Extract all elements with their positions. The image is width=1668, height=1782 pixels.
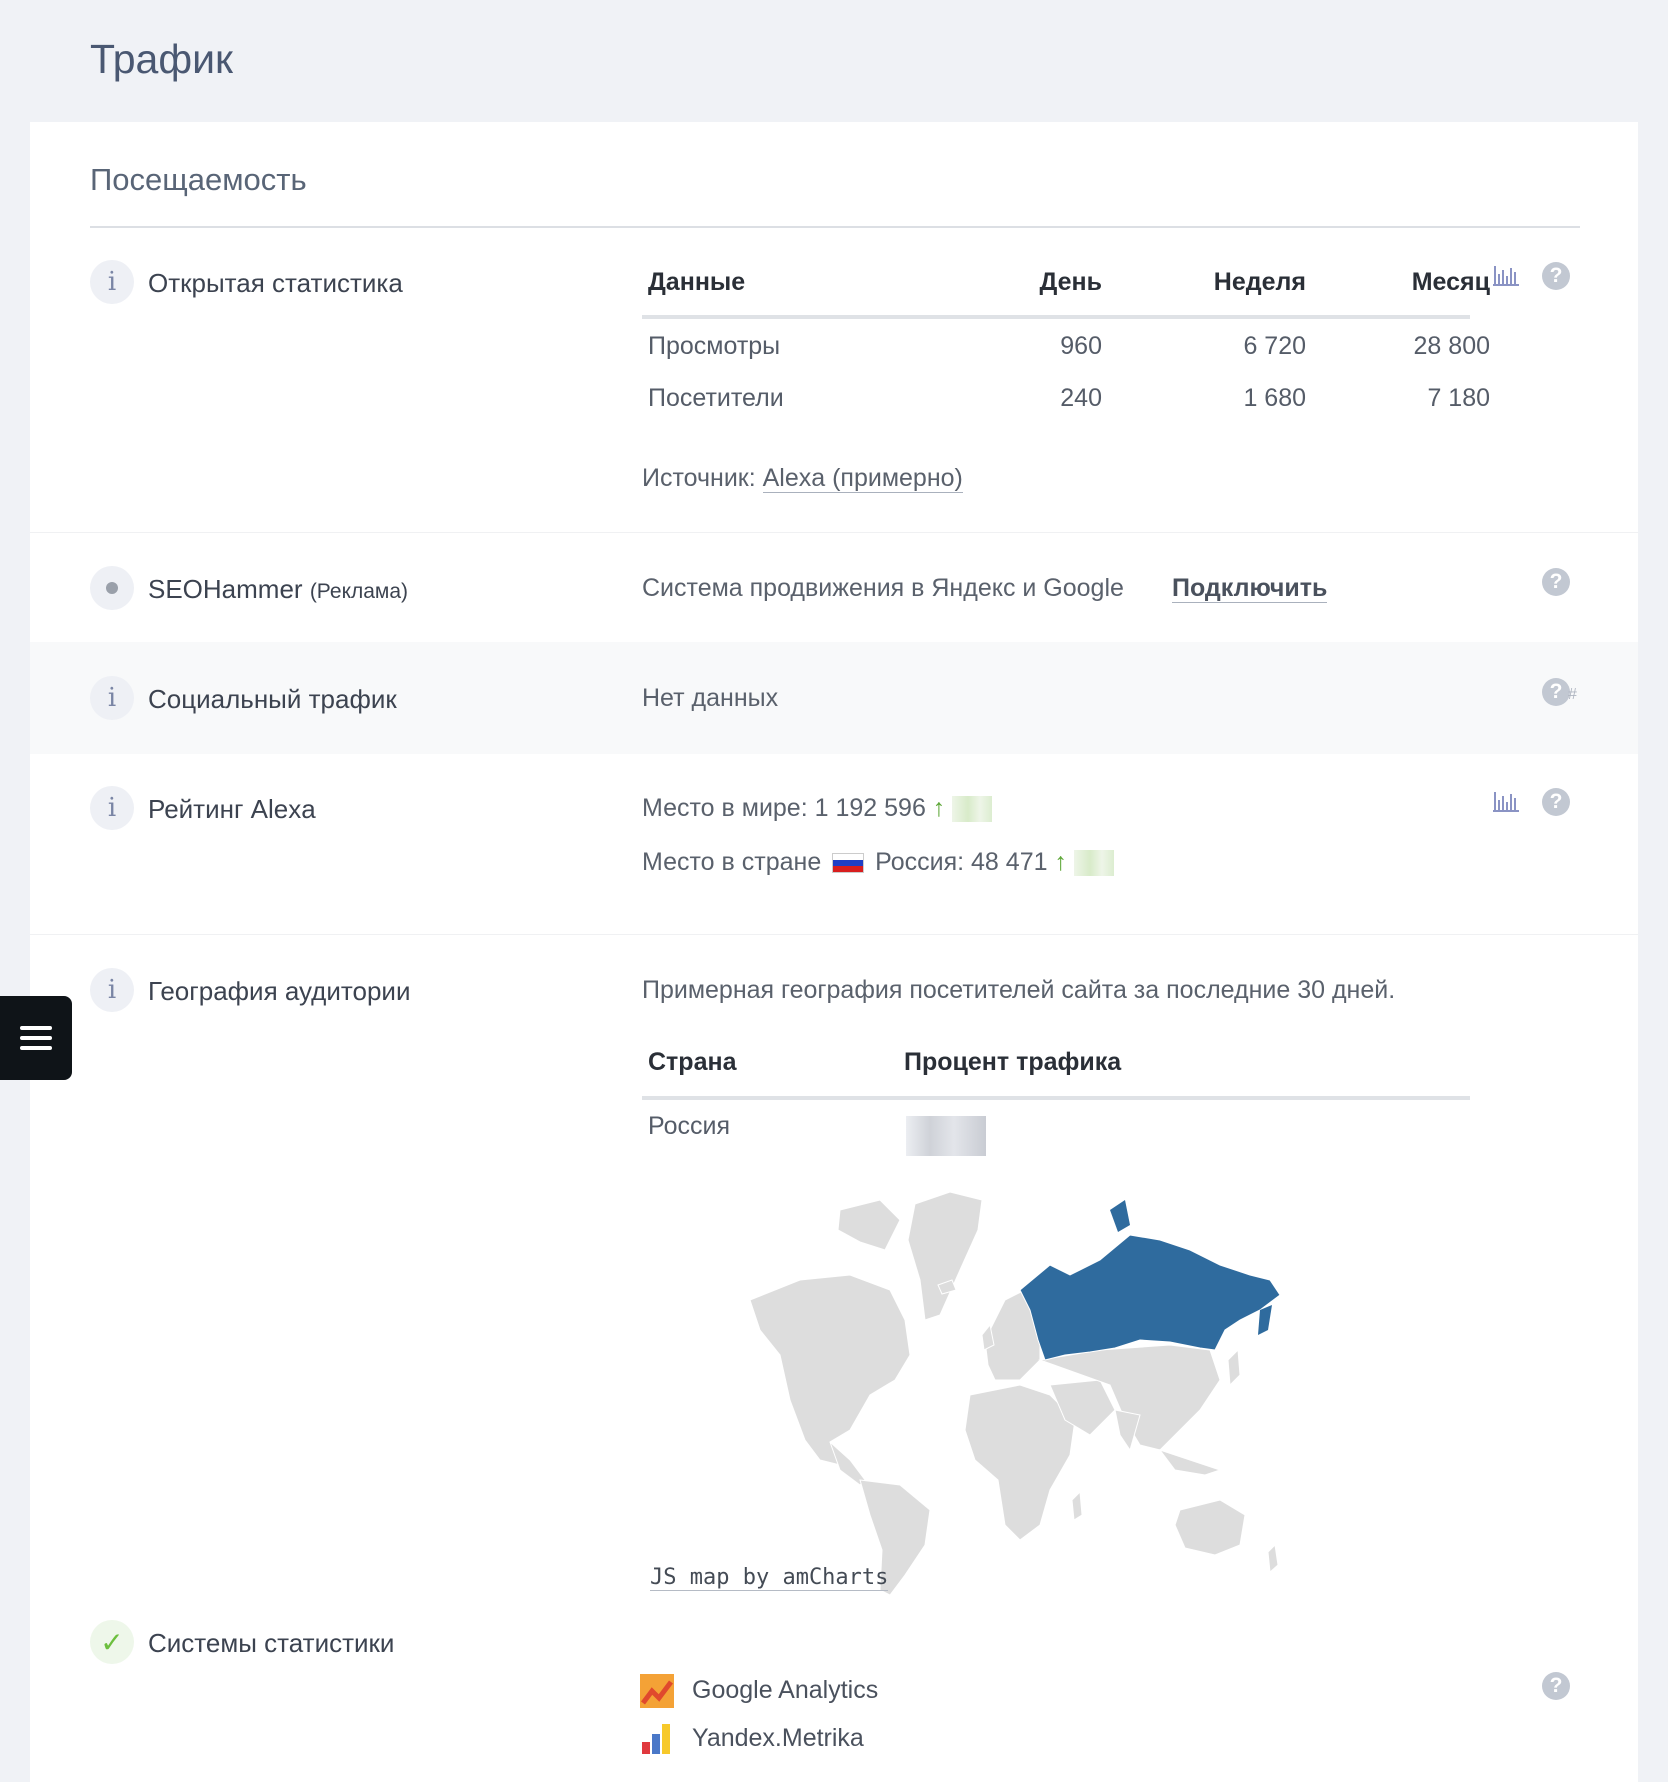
seohammer-connect-link[interactable]: Подключить [1172, 574, 1328, 603]
systems-label: Системы статистики [148, 1628, 395, 1658]
seohammer-text: Система продвижения в Яндекс и Google [642, 574, 1124, 602]
bar-chart-icon[interactable] [1493, 262, 1519, 286]
question-icon[interactable]: ? [1542, 568, 1570, 596]
yandex-metrika-label: Yandex.Metrika [692, 1724, 864, 1752]
col-header-month: Месяц [1411, 268, 1490, 296]
rank-change-blurred [952, 796, 993, 823]
world-map-svg [749, 1191, 1281, 1596]
visitors-month: 7 180 [1427, 384, 1490, 412]
alexa-label: Рейтинг Alexa [148, 794, 316, 824]
country-prefix: Место в стране [642, 848, 822, 876]
map-madagascar [1071, 1490, 1083, 1521]
source-prefix: Источник: [642, 464, 756, 492]
world-map[interactable] [720, 1180, 1380, 1600]
visitors-week: 1 680 [1243, 384, 1306, 412]
table-header-rule [642, 315, 1470, 319]
info-icon[interactable]: i [90, 676, 134, 720]
rank-change-blurred [1073, 850, 1114, 877]
question-icon[interactable]: ? [1542, 788, 1570, 816]
country-name: Россия: [875, 848, 965, 876]
alexa-world-rank: Место в мире: 1 192 596 ↑ [642, 794, 993, 823]
map-north-america [749, 1274, 911, 1466]
views-day: 960 [1060, 332, 1102, 360]
map-credit-link[interactable]: JS map by amCharts [650, 1565, 889, 1591]
map-novaya-zemlya [1110, 1200, 1130, 1232]
bar-chart-icon[interactable] [1493, 788, 1519, 812]
social-label: Социальный трафик [148, 684, 397, 714]
source-link[interactable]: Alexa (примерно) [762, 464, 963, 493]
seohammer-label: SEOHammer (Реклама) [148, 574, 408, 605]
google-analytics-icon [640, 1674, 674, 1708]
hamburger-icon[interactable] [0, 996, 72, 1080]
page-title: Трафик [90, 36, 233, 82]
row-label-visitors: Посетители [648, 384, 784, 412]
row-divider [30, 532, 1638, 533]
section-title: Посещаемость [90, 162, 307, 197]
world-prefix: Место в мире: [642, 794, 808, 822]
question-icon[interactable]: ? [1542, 678, 1570, 706]
section-divider [90, 226, 1580, 228]
geo-description: Примерная география посетителей сайта за… [642, 976, 1396, 1004]
map-japan [1227, 1348, 1241, 1387]
col-header-country: Страна [648, 1048, 737, 1076]
dot-icon [90, 566, 134, 610]
info-icon[interactable]: i [90, 260, 134, 304]
geo-country: Россия [648, 1112, 730, 1140]
visitors-day: 240 [1060, 384, 1102, 412]
map-russia [1019, 1234, 1281, 1361]
percent-blurred [906, 1116, 986, 1156]
row-label-views: Просмотры [648, 332, 781, 360]
map-australia [1174, 1499, 1246, 1556]
map-africa [964, 1384, 1076, 1541]
seohammer-name: SEOHammer [148, 574, 303, 604]
map-new-zealand [1267, 1543, 1279, 1574]
connect-label[interactable]: Подключить [1172, 574, 1328, 603]
world-value: 1 192 596 [814, 794, 926, 822]
question-icon[interactable]: ? [1542, 262, 1570, 290]
map-greenland [907, 1191, 983, 1321]
open-stats-label: Открытая статистика [148, 268, 403, 298]
up-arrow-icon: ↑ [932, 794, 946, 822]
table-header-rule [642, 1096, 1470, 1100]
check-icon: ✓ [90, 1620, 134, 1664]
source-line: Источник: Alexa (примерно) [642, 464, 963, 493]
yandex-metrika-icon [642, 1724, 670, 1754]
hash-icon: # [1568, 686, 1577, 703]
views-month: 28 800 [1413, 332, 1490, 360]
alexa-country-rank: Место в стране Россия: 48 471 ↑ [642, 848, 1114, 877]
russia-flag-icon [832, 853, 865, 874]
seohammer-ad-tag: (Реклама) [309, 580, 409, 603]
google-analytics-label: Google Analytics [692, 1676, 879, 1704]
col-header-percent: Процент трафика [904, 1048, 1122, 1076]
geo-label: География аудитории [148, 976, 411, 1006]
col-header-day: День [1039, 268, 1103, 296]
map-arctic-canada [837, 1199, 901, 1251]
country-value: 48 471 [971, 848, 1048, 876]
question-icon[interactable]: ? [1542, 1672, 1570, 1700]
row-divider [30, 934, 1638, 935]
map-southeast-asia [1158, 1449, 1222, 1476]
up-arrow-icon: ↑ [1054, 848, 1067, 876]
social-value: Нет данных [642, 684, 779, 712]
info-icon[interactable]: i [90, 968, 134, 1012]
col-header-data: Данные [648, 268, 746, 296]
info-icon[interactable]: i [90, 786, 134, 830]
col-header-week: Неделя [1213, 268, 1306, 296]
views-week: 6 720 [1243, 332, 1306, 360]
